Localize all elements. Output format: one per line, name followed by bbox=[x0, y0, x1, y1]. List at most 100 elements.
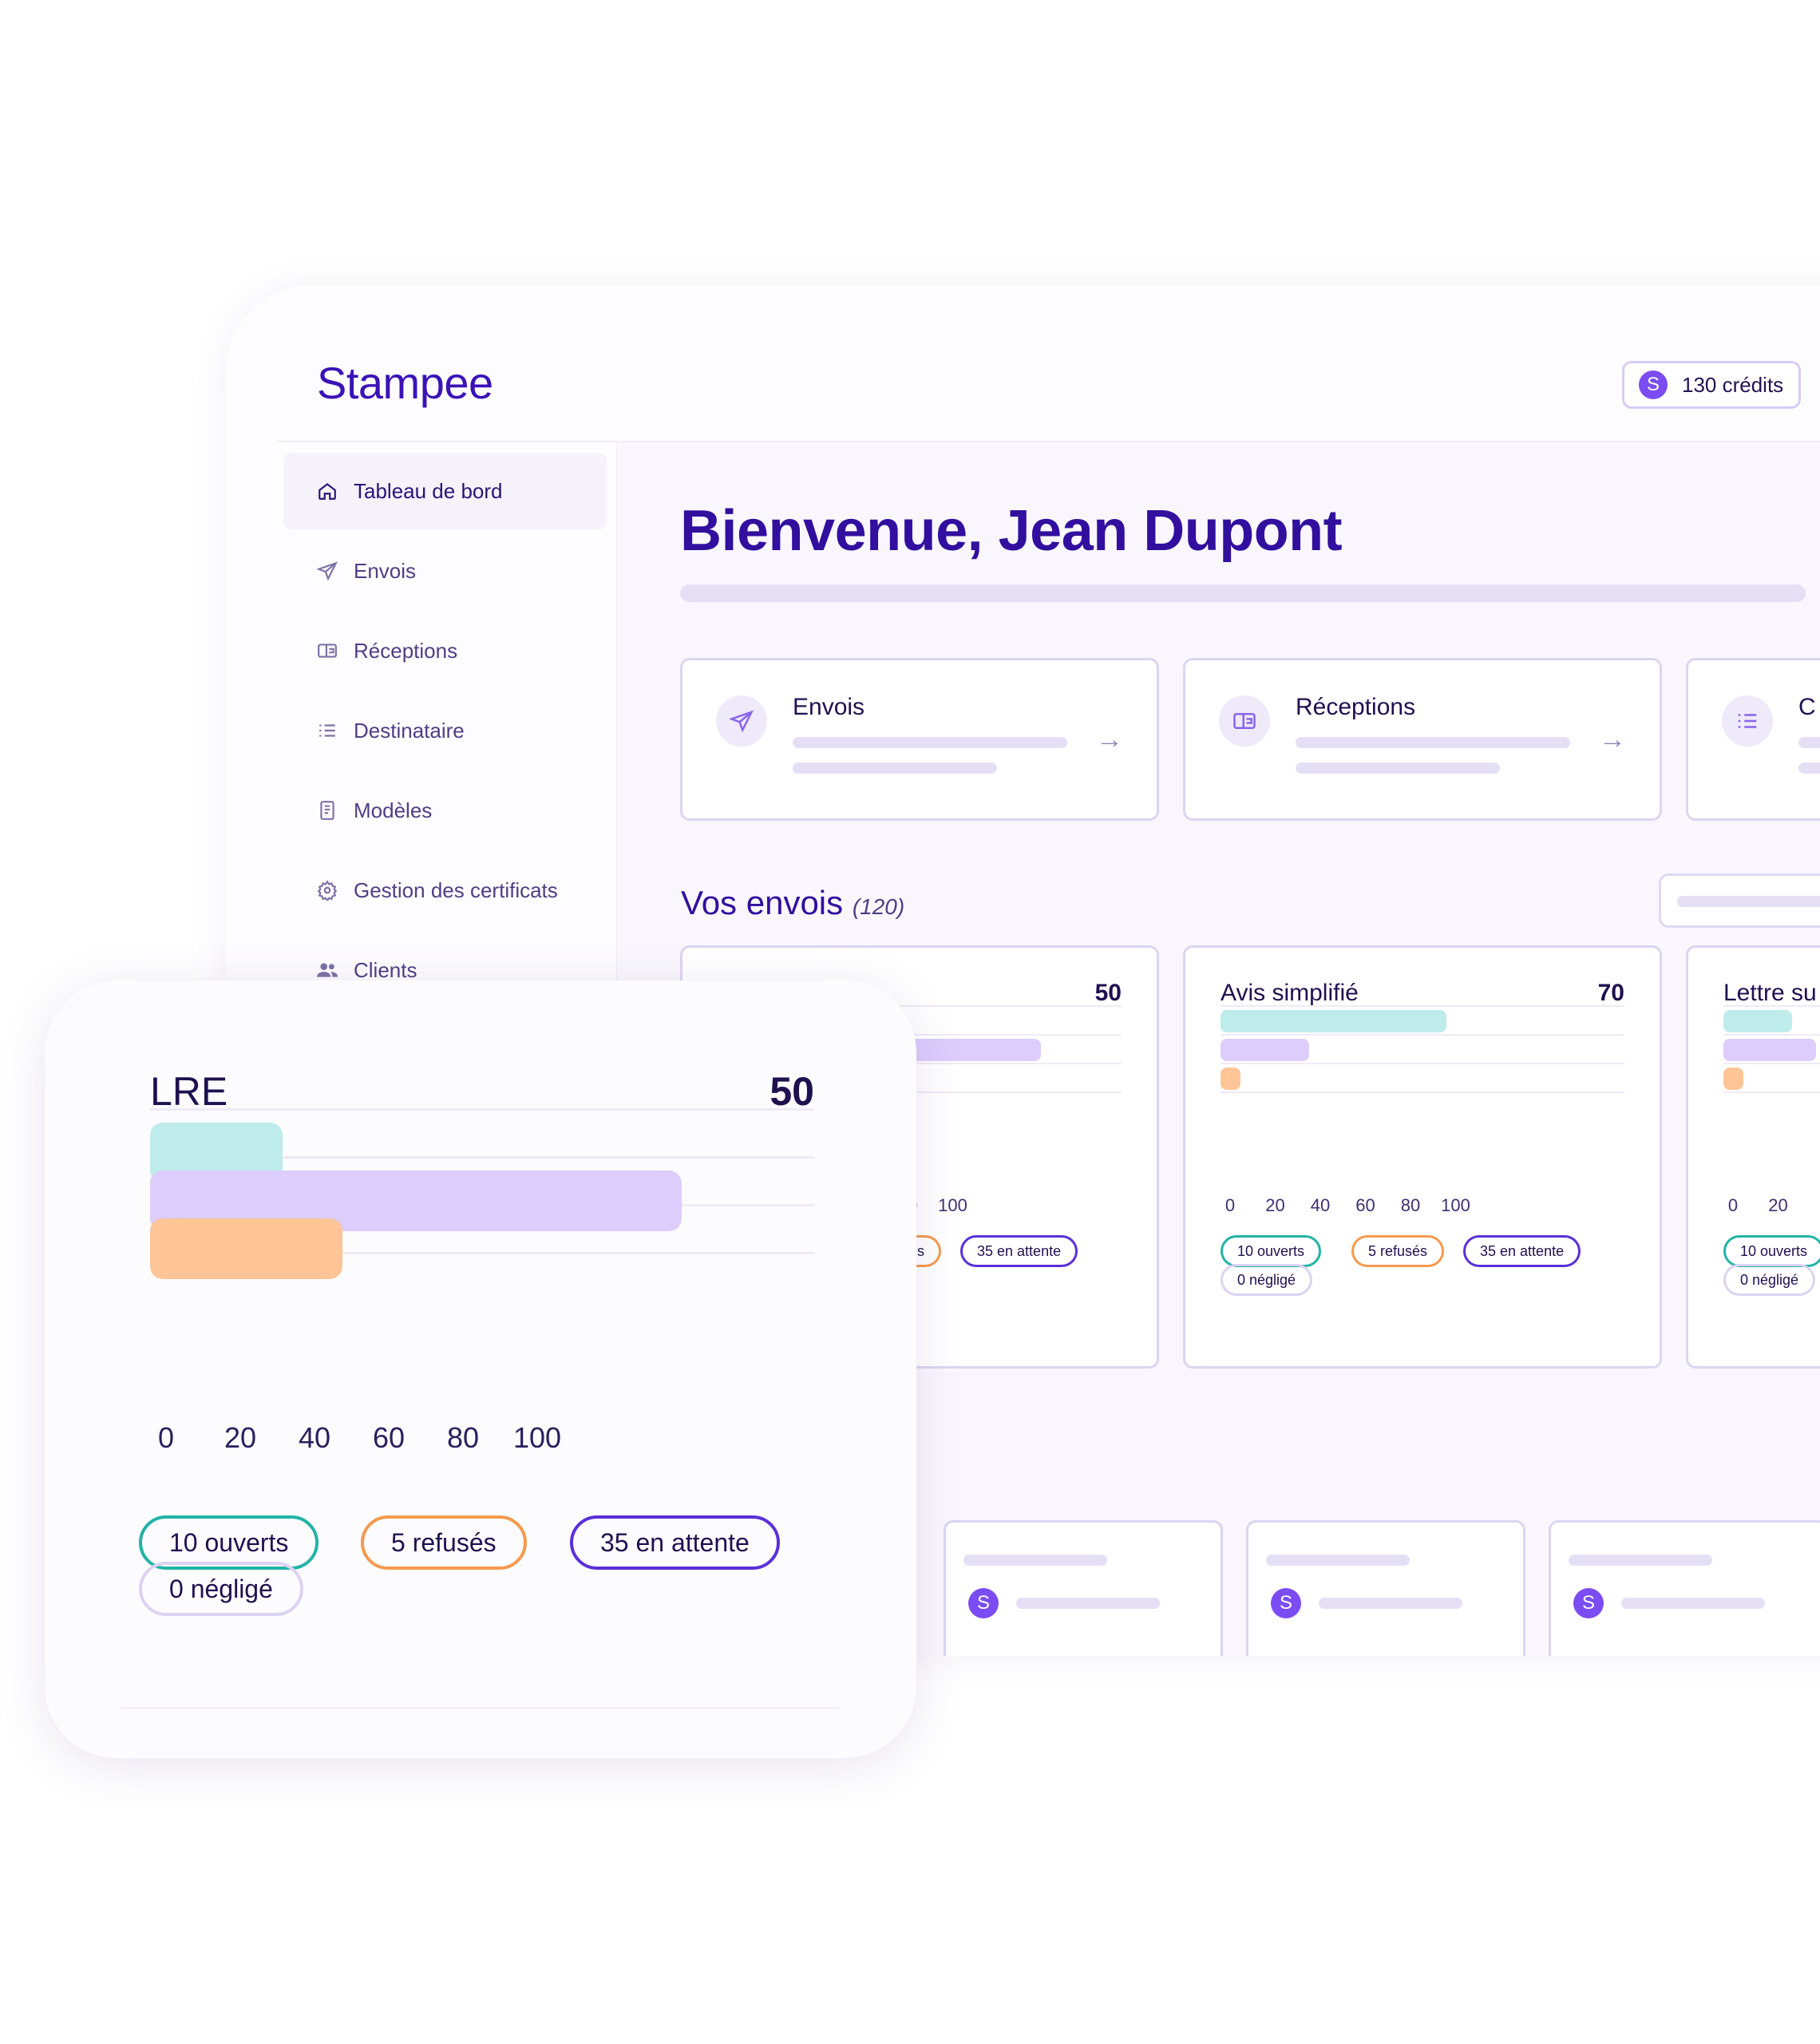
x-tick-label: 60 bbox=[1355, 1195, 1375, 1215]
certificate-icon bbox=[315, 878, 339, 902]
gridline bbox=[1723, 1005, 1820, 1007]
list-icon bbox=[315, 719, 339, 743]
placeholder-line bbox=[1319, 1598, 1462, 1609]
chart-card-3[interactable]: Lettre su 0 20 10 ouverts 0 négligé bbox=[1686, 945, 1820, 1369]
x-tick-label: 80 bbox=[1400, 1195, 1421, 1215]
inbox-icon bbox=[315, 639, 339, 663]
placeholder-line bbox=[963, 1555, 1107, 1566]
sidebar-item-label: Gestion des certificats bbox=[354, 877, 558, 902]
status-pill: 0 négligé bbox=[1723, 1264, 1816, 1296]
welcome-placeholder-bar bbox=[680, 584, 1806, 602]
quick-card-title: Réceptions bbox=[1296, 694, 1416, 720]
placeholder-line bbox=[1677, 896, 1820, 907]
sidebar-item-label: Réceptions bbox=[354, 638, 458, 663]
placeholder-line bbox=[1266, 1555, 1410, 1566]
status-pill: 0 négligé bbox=[139, 1562, 303, 1616]
sidebar-item-modeles[interactable]: Modèles bbox=[283, 772, 607, 849]
sidebar-item-envois[interactable]: Envois bbox=[283, 533, 607, 609]
x-tick-label: 20 bbox=[224, 1421, 257, 1454]
list-icon bbox=[1722, 695, 1773, 747]
status-pill: 10 ouverts bbox=[1723, 1235, 1820, 1267]
x-tick-label: 0 bbox=[1225, 1195, 1236, 1215]
credits-badge: S bbox=[1639, 370, 1668, 399]
quick-card-title: C bbox=[1798, 694, 1816, 720]
zoomed-chart-card[interactable]: LRE 50 0 20 40 60 80 100 10 ouverts 5 refusés 35 e… bbox=[45, 980, 916, 1758]
x-tick-label: 20 bbox=[1265, 1195, 1285, 1215]
arrow-right-icon: → bbox=[1096, 724, 1123, 755]
bar-refusés bbox=[1221, 1068, 1241, 1090]
sidebar-item-receptions[interactable]: Réceptions bbox=[283, 612, 607, 689]
sidebar-item-destinataire[interactable]: Destinataire bbox=[283, 692, 607, 769]
chart-total: 70 bbox=[1597, 980, 1624, 1006]
gridline bbox=[1221, 1034, 1624, 1036]
sidebar-item-label: Tableau de bord bbox=[354, 478, 503, 503]
gridline bbox=[150, 1108, 814, 1111]
chart-title: Lettre su bbox=[1723, 980, 1817, 1006]
sidebar-item-label: Modèles bbox=[354, 798, 433, 822]
envoi-card[interactable]: S bbox=[1549, 1520, 1820, 1656]
avatar: S bbox=[968, 1588, 999, 1618]
x-tick-label: 100 bbox=[512, 1421, 562, 1454]
send-icon bbox=[716, 695, 767, 747]
x-tick-label: 100 bbox=[1441, 1195, 1470, 1215]
status-pill: 35 en attente bbox=[1463, 1235, 1581, 1267]
status-pill: 35 en attente bbox=[960, 1235, 1078, 1267]
chart-title: Avis simplifié bbox=[1221, 980, 1359, 1006]
gridline bbox=[1723, 1063, 1820, 1064]
envoi-card[interactable]: S bbox=[944, 1520, 1223, 1656]
placeholder-line bbox=[1296, 763, 1500, 774]
x-tick-label: 100 bbox=[938, 1195, 967, 1215]
placeholder-line bbox=[1569, 1555, 1712, 1566]
bar-en-attente bbox=[1221, 1039, 1310, 1061]
status-pill: 35 en attente bbox=[570, 1515, 780, 1570]
arrow-right-icon: → bbox=[1599, 724, 1626, 755]
x-tick-label: 80 bbox=[446, 1421, 480, 1454]
x-tick-label: 0 bbox=[157, 1421, 175, 1454]
x-tick-label: 40 bbox=[298, 1421, 331, 1454]
placeholder-line bbox=[1621, 1598, 1765, 1609]
search-input[interactable] bbox=[1659, 873, 1820, 928]
envoi-card[interactable]: S bbox=[1246, 1520, 1525, 1656]
status-pill: 0 négligé bbox=[1221, 1264, 1313, 1296]
card-divider bbox=[121, 1707, 839, 1709]
app-logo[interactable]: Stampee bbox=[317, 357, 493, 409]
status-pill: 10 ouverts bbox=[1221, 1235, 1322, 1267]
chart-total: 50 bbox=[1094, 980, 1122, 1006]
placeholder-line bbox=[1798, 763, 1820, 774]
sidebar-item-label: Clients bbox=[354, 957, 417, 982]
bar-refusés bbox=[1723, 1068, 1744, 1090]
placeholder-line bbox=[1016, 1598, 1160, 1609]
x-tick-label: 20 bbox=[1768, 1195, 1788, 1215]
status-pill: 5 refusés bbox=[361, 1515, 527, 1570]
section-title: Vos envois (120) bbox=[681, 884, 904, 922]
x-tick-label: 60 bbox=[372, 1421, 406, 1454]
x-tick-label: 0 bbox=[1727, 1195, 1739, 1215]
gridline bbox=[1221, 1091, 1624, 1093]
home-icon bbox=[315, 479, 339, 503]
gridline bbox=[1221, 1005, 1624, 1007]
quick-card-title: Envois bbox=[793, 694, 865, 720]
quick-card-envois[interactable]: Envois → bbox=[680, 658, 1159, 821]
placeholder-line bbox=[793, 737, 1067, 748]
sidebar-item-label: Destinataire bbox=[354, 718, 465, 743]
placeholder-line bbox=[1798, 737, 1820, 748]
inbox-icon bbox=[1219, 695, 1270, 747]
quick-card-receptions[interactable]: Réceptions → bbox=[1183, 658, 1662, 821]
status-pill: 5 refusés bbox=[1351, 1235, 1445, 1267]
chart-card-2[interactable]: Avis simplifié 70 0 20 40 60 80 100 10 ouverts 5 … bbox=[1183, 945, 1662, 1369]
sidebar-item-certificats[interactable]: Gestion des certificats bbox=[283, 852, 607, 929]
bar-ouverts bbox=[1723, 1010, 1793, 1032]
avatar: S bbox=[1573, 1588, 1604, 1618]
bar-en-attente bbox=[1723, 1039, 1817, 1061]
credits-button[interactable]: S 130 crédits bbox=[1622, 361, 1801, 409]
section-title-text: Vos envois bbox=[681, 884, 844, 921]
quick-card-third[interactable]: C bbox=[1686, 658, 1820, 821]
page-title: Bienvenue, Jean Dupont bbox=[680, 499, 1343, 563]
users-icon bbox=[315, 958, 339, 982]
bar-refusés bbox=[150, 1218, 343, 1279]
sidebar-item-tableau-de-bord[interactable]: Tableau de bord bbox=[283, 453, 607, 529]
x-tick-label: 40 bbox=[1310, 1195, 1331, 1215]
gridline bbox=[1221, 1063, 1624, 1064]
sidebar-item-label: Envois bbox=[354, 558, 417, 583]
avatar: S bbox=[1271, 1588, 1301, 1618]
